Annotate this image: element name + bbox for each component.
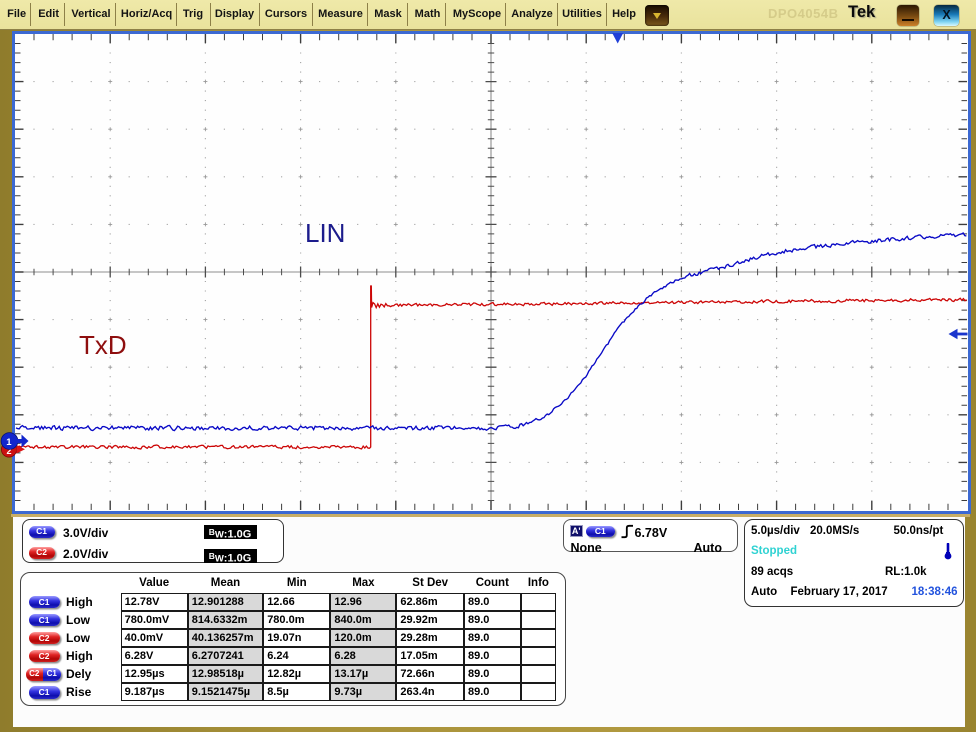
svg-text:1: 1 xyxy=(6,437,12,448)
svg-text:TxD: TxD xyxy=(79,330,127,360)
svg-text:LIN: LIN xyxy=(305,218,345,248)
